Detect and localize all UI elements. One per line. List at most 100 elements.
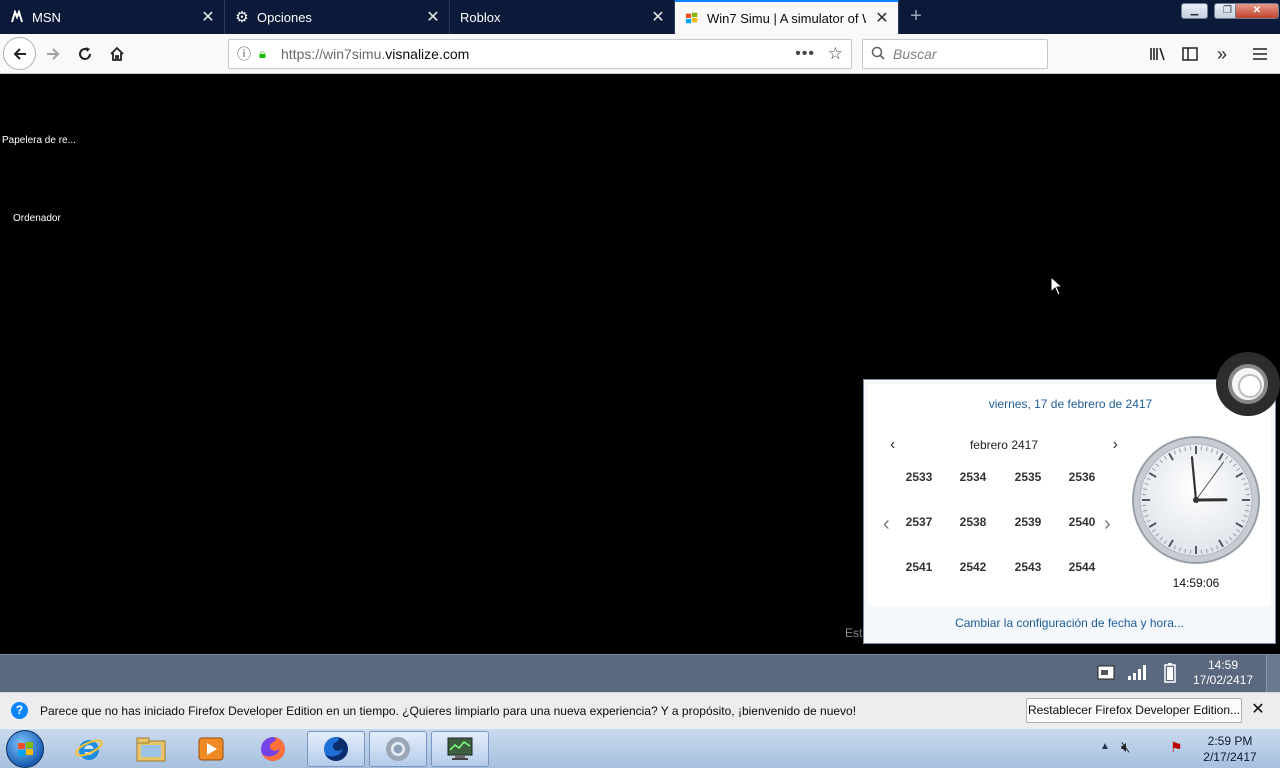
minimize-button[interactable]: ▁ <box>1181 3 1208 19</box>
calendar-year-cell[interactable]: 2535 <box>1001 470 1055 484</box>
volume-muted-icon[interactable]: 🔇︎ <box>1121 739 1130 756</box>
firefox-icon <box>261 737 285 761</box>
tab-win7simu[interactable]: Win7 Simu | A simulator of Win ✕ <box>675 0 899 34</box>
library-button[interactable] <box>1142 38 1174 70</box>
question-icon: ? <box>11 702 28 719</box>
show-desktop-button[interactable] <box>1266 655 1280 693</box>
library-icon <box>1150 47 1165 61</box>
digital-time: 14:59:06 <box>1172 576 1220 590</box>
tab-msn[interactable]: MSN ✕ <box>0 0 225 34</box>
calendar-year-cell[interactable]: 2538 <box>946 515 1000 529</box>
close-icon[interactable]: ✕ <box>192 7 224 27</box>
sim-date: 17/02/2417 <box>1192 673 1254 687</box>
loading-ring-icon <box>1216 352 1280 416</box>
desktop-icon-label: Papelera de re... <box>2 135 76 146</box>
media-player-icon <box>198 737 224 761</box>
action-center-flag-icon[interactable]: ⚑ <box>1170 739 1183 756</box>
desktop-icon-computer[interactable]: Ordenador <box>13 213 61 224</box>
simulated-taskbar-clock[interactable]: 14:59 17/02/2417 <box>1180 658 1266 688</box>
taskbar-file-explorer[interactable] <box>122 731 180 767</box>
calendar-year-cell[interactable]: 2541 <box>892 560 946 574</box>
search-placeholder: Buscar <box>893 46 937 62</box>
url-bar[interactable]: ⓘ 🔒︎ https://win7simu.visnalize.com ••• … <box>228 39 852 69</box>
internet-explorer-icon <box>75 739 103 760</box>
calendar-year-cell[interactable]: 2534 <box>946 470 1000 484</box>
calendar-year-cell[interactable]: 2544 <box>1055 560 1109 574</box>
close-icon[interactable]: ✕ <box>642 7 674 27</box>
chevron-right-icon[interactable]: › <box>1113 436 1118 454</box>
bookmark-star-icon[interactable]: ☆ <box>828 44 843 64</box>
calendar-header: ‹ febrero 2417 › <box>890 436 1118 458</box>
tab-opciones[interactable]: ⚙ Opciones ✕ <box>225 0 450 34</box>
calendar-year-cell[interactable]: 2537 <box>892 515 946 529</box>
tab-title: Roblox <box>460 9 501 25</box>
analog-clock <box>1132 436 1260 564</box>
reset-firefox-button[interactable]: Restablecer Firefox Developer Edition... <box>1026 698 1242 723</box>
gear-icon: ⚙ <box>235 9 249 26</box>
windows-taskbar-clock[interactable]: 2:59 PM 2/17/2417 <box>1190 733 1270 765</box>
chevron-left-icon[interactable]: ‹ <box>883 513 890 536</box>
battery-icon[interactable] <box>1159 663 1181 685</box>
tab-roblox[interactable]: Roblox ✕ <box>450 0 675 34</box>
arrow-left-icon <box>13 47 26 60</box>
calendar-year-cell[interactable]: 2542 <box>946 560 1000 574</box>
windows-logo-icon <box>685 11 699 25</box>
reload-button[interactable] <box>69 38 101 70</box>
chevron-up-icon[interactable]: ▲ <box>1100 741 1110 752</box>
mouse-cursor-icon <box>1050 276 1064 296</box>
window-close-button[interactable]: ✕ <box>1235 3 1279 19</box>
start-button[interactable] <box>6 730 44 768</box>
sidebar-button[interactable] <box>1174 38 1206 70</box>
page-actions-icon[interactable]: ••• <box>795 45 815 63</box>
hamburger-menu-icon <box>1253 48 1267 60</box>
long-date-link[interactable]: viernes, 17 de febrero de 2417 <box>864 397 1277 411</box>
calendar-year-cell[interactable]: 2543 <box>1001 560 1055 574</box>
change-date-time-settings-link[interactable]: Cambiar la configuración de fecha y hora… <box>868 606 1271 640</box>
chrome-icon <box>386 737 410 761</box>
back-button[interactable] <box>3 37 36 70</box>
url-text[interactable]: https://win7simu.visnalize.com <box>281 46 469 62</box>
calendar-year: 2417 <box>1011 438 1039 452</box>
search-input[interactable]: Buscar <box>862 39 1048 69</box>
notification-message: Parece que no has iniciado Firefox Devel… <box>40 704 857 718</box>
forward-button[interactable] <box>37 38 69 70</box>
taskbar-firefox-developer[interactable] <box>307 731 365 767</box>
new-tab-button[interactable]: + <box>902 0 930 34</box>
chevron-right-icon[interactable]: › <box>1104 513 1111 536</box>
tab-title: Win7 Simu | A simulator of Win <box>707 10 866 26</box>
calendar-title[interactable]: febrero 2417 <box>970 438 1038 452</box>
task-manager-icon <box>447 737 473 760</box>
msn-butterfly-icon <box>10 10 24 24</box>
taskbar-media-player[interactable] <box>182 731 240 767</box>
navigation-toolbar: ⓘ 🔒︎ https://win7simu.visnalize.com ••• … <box>0 34 1280 74</box>
close-icon[interactable]: ✕ <box>1248 700 1268 720</box>
home-button[interactable] <box>101 38 133 70</box>
taskbar-internet-explorer[interactable] <box>60 731 118 767</box>
action-center-icon[interactable] <box>1095 663 1117 685</box>
tab-title: MSN <box>32 9 61 25</box>
calendar-year-cell[interactable]: 2536 <box>1055 470 1109 484</box>
chevron-left-icon[interactable]: ‹ <box>890 436 895 454</box>
close-icon[interactable]: ✕ <box>866 8 898 28</box>
win-time: 2:59 PM <box>1207 734 1253 748</box>
desktop-icon-recycle-bin[interactable]: Papelera de re... <box>2 135 76 146</box>
url-host: visnalize.com <box>385 46 470 62</box>
windows-logo-icon <box>18 742 33 756</box>
win-date: 2/17/2417 <box>1203 750 1257 764</box>
calendar-year-cell[interactable]: 2533 <box>892 470 946 484</box>
tab-title: Opciones <box>257 9 312 25</box>
reload-icon <box>79 47 91 60</box>
menu-button[interactable] <box>1244 38 1276 70</box>
taskbar-firefox[interactable] <box>244 731 302 767</box>
overflow-button[interactable]: » <box>1206 38 1238 70</box>
calendar-year-cell[interactable]: 2539 <box>1001 515 1055 529</box>
taskbar-task-manager[interactable] <box>431 731 489 767</box>
firefox-dev-icon <box>324 737 348 761</box>
calendar-year-cell[interactable]: 2540 <box>1055 515 1109 529</box>
info-icon[interactable]: ⓘ <box>229 44 259 64</box>
lock-icon[interactable]: 🔒︎ <box>259 46 275 62</box>
signal-bars-icon[interactable] <box>1127 663 1149 685</box>
close-icon[interactable]: ✕ <box>417 7 449 27</box>
taskbar-chrome[interactable] <box>369 731 427 767</box>
sidebar-icon <box>1182 47 1198 61</box>
